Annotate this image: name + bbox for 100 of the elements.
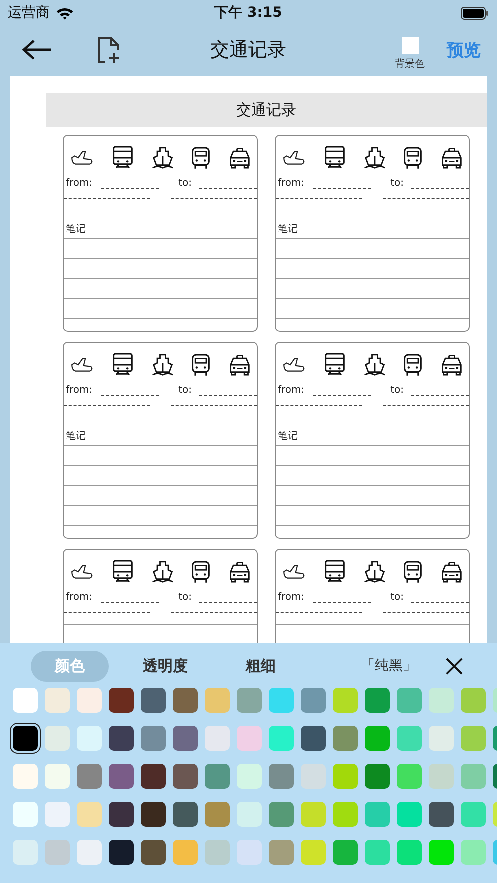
color-swatch[interactable]	[109, 726, 134, 751]
color-swatch[interactable]	[173, 802, 198, 827]
color-swatch[interactable]	[269, 764, 294, 789]
color-swatch[interactable]	[45, 840, 70, 865]
to-label: to:	[390, 592, 404, 603]
color-swatch[interactable]	[109, 802, 134, 827]
color-swatch[interactable]	[397, 764, 422, 789]
color-swatch[interactable]	[301, 688, 326, 713]
color-swatch[interactable]	[13, 726, 38, 751]
color-swatch[interactable]	[333, 726, 358, 751]
color-swatch[interactable]	[109, 840, 134, 865]
color-swatch[interactable]	[269, 840, 294, 865]
from-label: from:	[277, 385, 305, 396]
train-icon	[112, 353, 134, 377]
bus-icon	[402, 353, 423, 377]
color-swatch[interactable]	[461, 840, 486, 865]
color-swatch[interactable]	[237, 688, 262, 713]
color-swatch[interactable]	[397, 840, 422, 865]
color-swatch[interactable]	[109, 764, 134, 789]
color-swatch[interactable]	[429, 802, 454, 827]
status-time: 下午 3:15	[214, 4, 282, 22]
color-swatch[interactable]	[109, 688, 134, 713]
color-swatch[interactable]	[45, 688, 70, 713]
color-swatch[interactable]	[173, 726, 198, 751]
color-swatch[interactable]	[141, 688, 166, 713]
color-swatch[interactable]	[429, 840, 454, 865]
to-label: to:	[178, 178, 192, 189]
plane-icon	[281, 563, 307, 581]
color-swatch[interactable]	[397, 726, 422, 751]
color-swatch[interactable]	[365, 726, 390, 751]
color-swatch[interactable]	[461, 688, 486, 713]
color-swatch[interactable]	[205, 840, 230, 865]
sheet-title: 交通记录	[46, 93, 487, 127]
color-swatch[interactable]	[77, 764, 102, 789]
color-swatch[interactable]	[205, 764, 230, 789]
panel-tab[interactable]: 粗细	[222, 650, 300, 682]
notes-label: 笔记	[66, 223, 87, 236]
color-swatch[interactable]	[301, 764, 326, 789]
color-swatch[interactable]	[205, 688, 230, 713]
color-swatch[interactable]	[141, 726, 166, 751]
color-swatch[interactable]	[45, 802, 70, 827]
color-swatch[interactable]	[269, 802, 294, 827]
color-swatch[interactable]	[397, 688, 422, 713]
color-swatch[interactable]	[365, 764, 390, 789]
color-swatch[interactable]	[301, 726, 326, 751]
color-swatch[interactable]	[141, 764, 166, 789]
close-icon[interactable]	[445, 656, 464, 676]
color-swatch[interactable]	[205, 726, 230, 751]
color-swatch[interactable]	[13, 802, 38, 827]
color-swatch[interactable]	[333, 840, 358, 865]
back-arrow-icon[interactable]	[22, 39, 52, 61]
color-swatch[interactable]	[429, 764, 454, 789]
bus-icon	[190, 353, 211, 377]
color-swatch[interactable]	[13, 840, 38, 865]
color-swatch[interactable]	[13, 764, 38, 789]
color-swatch[interactable]	[141, 802, 166, 827]
color-swatch[interactable]	[237, 726, 262, 751]
color-swatch[interactable]	[141, 840, 166, 865]
color-swatch[interactable]	[173, 688, 198, 713]
ship-icon	[152, 353, 174, 377]
ship-icon	[364, 146, 386, 170]
battery-icon	[461, 6, 489, 20]
color-swatch[interactable]	[461, 726, 486, 751]
color-swatch[interactable]	[429, 726, 454, 751]
notes-label: 笔记	[278, 223, 299, 236]
color-swatch[interactable]	[269, 726, 294, 751]
color-swatch[interactable]	[237, 840, 262, 865]
color-swatch[interactable]	[365, 802, 390, 827]
new-document-icon[interactable]	[97, 36, 121, 64]
color-swatch[interactable]	[173, 764, 198, 789]
color-swatch[interactable]	[77, 840, 102, 865]
color-swatch[interactable]	[77, 726, 102, 751]
color-swatch[interactable]	[333, 802, 358, 827]
color-swatch[interactable]	[333, 764, 358, 789]
color-swatch[interactable]	[13, 688, 38, 713]
color-swatch[interactable]	[237, 764, 262, 789]
carrier-label: 运营商	[8, 4, 50, 22]
color-swatch[interactable]	[301, 802, 326, 827]
color-swatch[interactable]	[461, 764, 486, 789]
color-swatch[interactable]	[461, 802, 486, 827]
color-swatch[interactable]	[333, 688, 358, 713]
plane-icon	[69, 149, 95, 167]
color-swatch[interactable]	[269, 688, 294, 713]
color-swatch[interactable]	[237, 802, 262, 827]
color-swatch[interactable]	[397, 802, 422, 827]
color-swatch[interactable]	[45, 764, 70, 789]
train-icon	[112, 146, 134, 170]
panel-tab[interactable]: 透明度	[119, 650, 212, 682]
color-swatch[interactable]	[205, 802, 230, 827]
color-swatch[interactable]	[365, 688, 390, 713]
color-swatch[interactable]	[365, 840, 390, 865]
background-color-swatch[interactable]	[402, 37, 418, 54]
to-label: to:	[390, 178, 404, 189]
color-swatch[interactable]	[45, 726, 70, 751]
color-swatch[interactable]	[77, 802, 102, 827]
color-swatch[interactable]	[77, 688, 102, 713]
color-swatch[interactable]	[429, 688, 454, 713]
notes-label: 笔记	[66, 430, 87, 443]
color-swatch[interactable]	[173, 840, 198, 865]
color-swatch[interactable]	[301, 840, 326, 865]
